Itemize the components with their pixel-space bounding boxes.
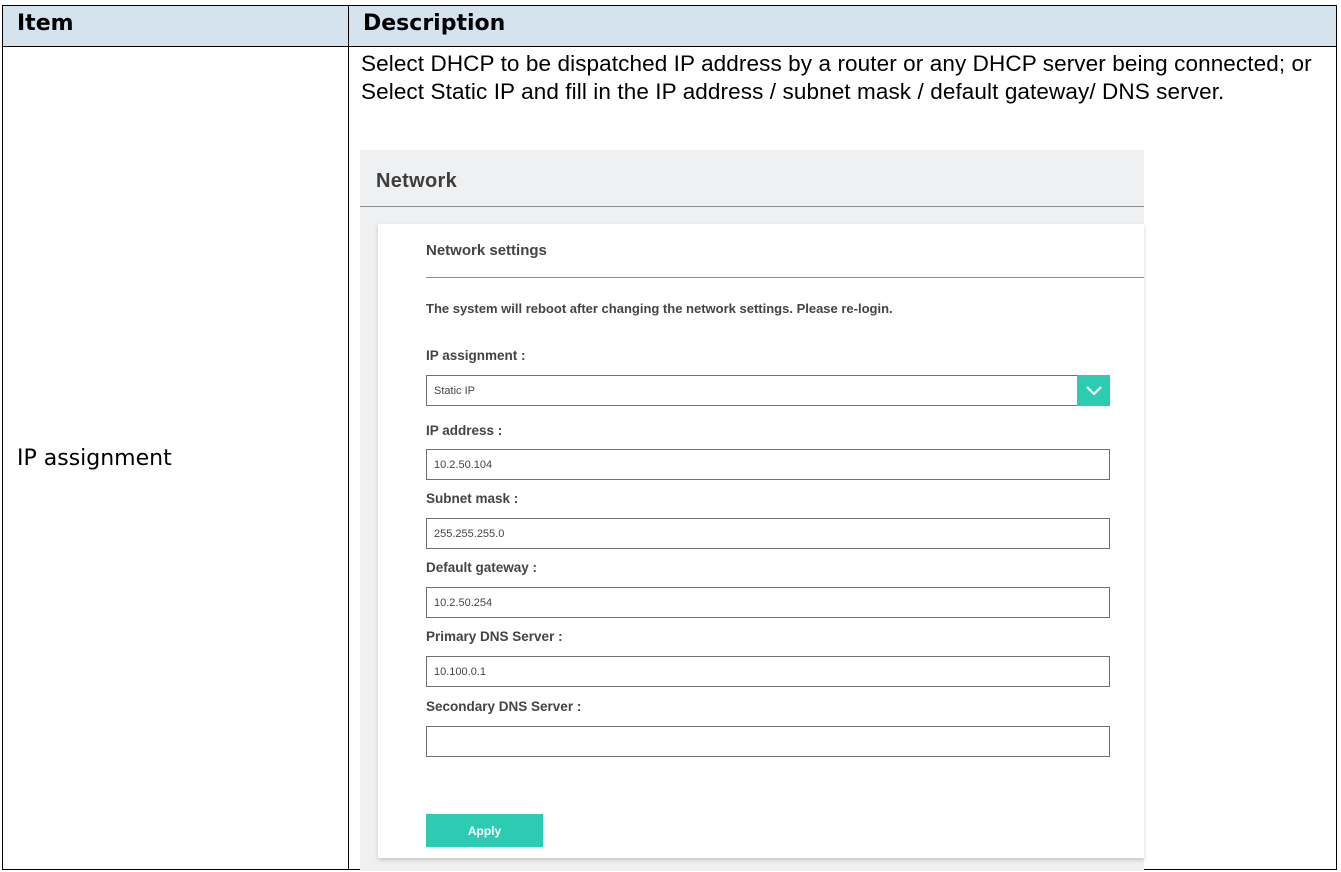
header-description: Description — [348, 5, 1337, 47]
table-row: IP assignment Select DHCP to be dispatch… — [2, 46, 1337, 871]
description-cell: Select DHCP to be dispatched IP address … — [348, 46, 1337, 871]
item-cell: IP assignment — [2, 46, 349, 870]
title-divider — [360, 206, 1144, 207]
network-page-title: Network — [376, 170, 458, 192]
network-settings-card: Network settings The system will reboot … — [378, 224, 1144, 858]
ip-address-label: IP address : — [426, 423, 503, 438]
secondary-dns-input[interactable] — [426, 726, 1110, 757]
default-gateway-input[interactable]: 10.2.50.254 — [426, 587, 1110, 618]
table-header-row: Item Description — [2, 5, 1337, 47]
network-screenshot: Network Network settings The system will… — [360, 150, 1144, 871]
secondary-dns-label: Secondary DNS Server : — [426, 699, 582, 714]
ip-assignment-value: Static IP — [434, 385, 475, 397]
subnet-mask-label: Subnet mask : — [426, 491, 519, 506]
card-title: Network settings — [426, 242, 547, 259]
primary-dns-label: Primary DNS Server : — [426, 629, 563, 644]
reboot-note: The system will reboot after changing th… — [426, 301, 893, 316]
ip-address-input[interactable]: 10.2.50.104 — [426, 449, 1110, 480]
card-divider — [426, 277, 1144, 278]
description-text: Select DHCP to be dispatched IP address … — [361, 51, 1312, 104]
chevron-down-icon[interactable] — [1077, 375, 1110, 406]
apply-button[interactable]: Apply — [426, 814, 543, 847]
primary-dns-input[interactable]: 10.100.0.1 — [426, 656, 1110, 687]
ip-assignment-label: IP assignment : — [426, 348, 526, 363]
default-gateway-label: Default gateway : — [426, 560, 538, 575]
description-table: Item Description IP assignment Select DH… — [2, 5, 1337, 871]
header-item: Item — [2, 5, 349, 47]
ip-assignment-select[interactable]: Static IP — [426, 375, 1110, 406]
subnet-mask-input[interactable]: 255.255.255.0 — [426, 518, 1110, 549]
